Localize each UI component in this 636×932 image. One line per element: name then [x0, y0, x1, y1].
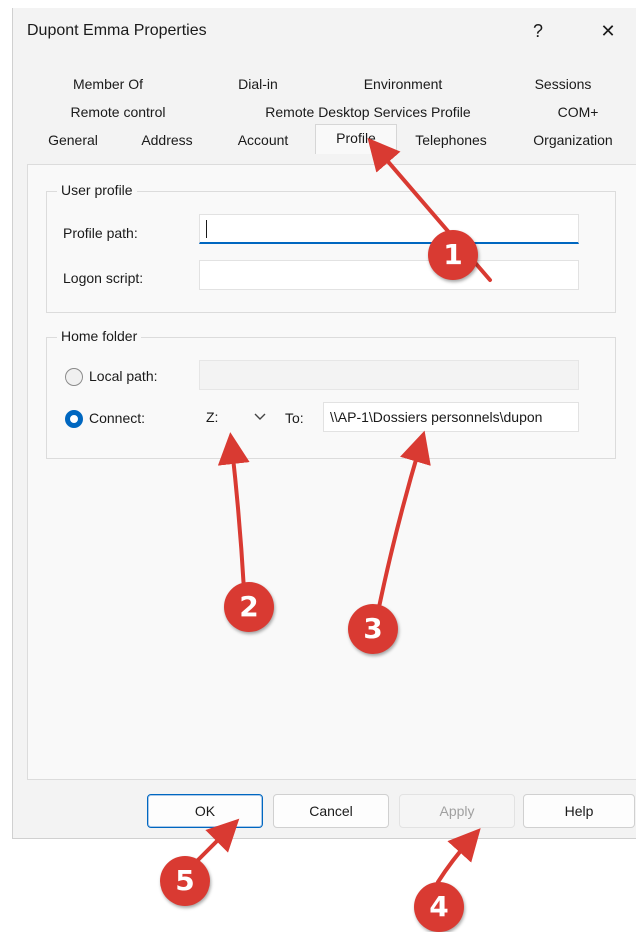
- cancel-button[interactable]: Cancel: [273, 794, 389, 828]
- chevron-down-icon: [254, 413, 266, 420]
- profile-path-input[interactable]: [199, 214, 579, 244]
- tab-remote-desktop-services-profile[interactable]: Remote Desktop Services Profile: [223, 100, 513, 124]
- dialog-title: Dupont Emma Properties: [27, 22, 207, 39]
- annotation-badge-5: 5: [160, 856, 210, 906]
- home-folder-group-title: Home folder: [57, 328, 142, 344]
- tab-telephones[interactable]: Telephones: [401, 128, 501, 152]
- tab-environment[interactable]: Environment: [333, 72, 473, 96]
- tab-com-plus[interactable]: COM+: [533, 100, 623, 124]
- home-folder-path-input[interactable]: \\AP-1\Dossiers personnels\dupon: [323, 402, 579, 432]
- tab-address[interactable]: Address: [125, 128, 209, 152]
- annotation-badge-1: 1: [428, 230, 478, 280]
- arrow-4: [436, 828, 481, 884]
- to-label: To:: [285, 410, 304, 426]
- home-folder-path-value: \\AP-1\Dossiers personnels\dupon: [330, 409, 543, 425]
- tab-member-of[interactable]: Member Of: [53, 72, 163, 96]
- help-button[interactable]: Help: [523, 794, 635, 828]
- profile-tab-panel: User profile Profile path: Logon script:…: [27, 164, 636, 780]
- tab-account[interactable]: Account: [219, 128, 307, 152]
- logon-script-input[interactable]: [199, 260, 579, 290]
- tab-remote-control[interactable]: Remote control: [43, 100, 193, 124]
- help-title-button[interactable]: ?: [523, 18, 553, 44]
- properties-dialog: Dupont Emma Properties ? ✕ Member Of Dia…: [12, 8, 636, 839]
- connect-radio[interactable]: [65, 410, 83, 428]
- local-path-input[interactable]: [199, 360, 579, 390]
- tab-sessions[interactable]: Sessions: [503, 72, 623, 96]
- annotation-badge-2: 2: [224, 582, 274, 632]
- home-folder-group: Home folder Local path: Connect: Z: To: …: [46, 328, 616, 459]
- tab-organization[interactable]: Organization: [523, 128, 623, 152]
- tab-profile[interactable]: Profile: [315, 124, 397, 154]
- drive-letter-value: Z:: [206, 409, 219, 425]
- connect-label[interactable]: Connect:: [89, 410, 145, 426]
- local-path-radio[interactable]: [65, 368, 83, 386]
- local-path-label[interactable]: Local path:: [89, 368, 158, 384]
- close-button[interactable]: ✕: [593, 18, 623, 44]
- tab-dial-in[interactable]: Dial-in: [203, 72, 313, 96]
- title-bar: Dupont Emma Properties ? ✕: [13, 8, 636, 54]
- profile-path-label: Profile path:: [63, 225, 138, 241]
- tab-general[interactable]: General: [33, 128, 113, 152]
- user-profile-group: User profile Profile path: Logon script:: [46, 182, 616, 313]
- ok-button[interactable]: OK: [147, 794, 263, 828]
- apply-button[interactable]: Apply: [399, 794, 515, 828]
- logon-script-label: Logon script:: [63, 270, 144, 286]
- annotation-badge-3: 3: [348, 604, 398, 654]
- text-caret: [206, 220, 207, 238]
- user-profile-group-title: User profile: [57, 182, 137, 198]
- annotation-badge-4: 4: [414, 882, 464, 932]
- drive-letter-select[interactable]: Z:: [199, 402, 273, 432]
